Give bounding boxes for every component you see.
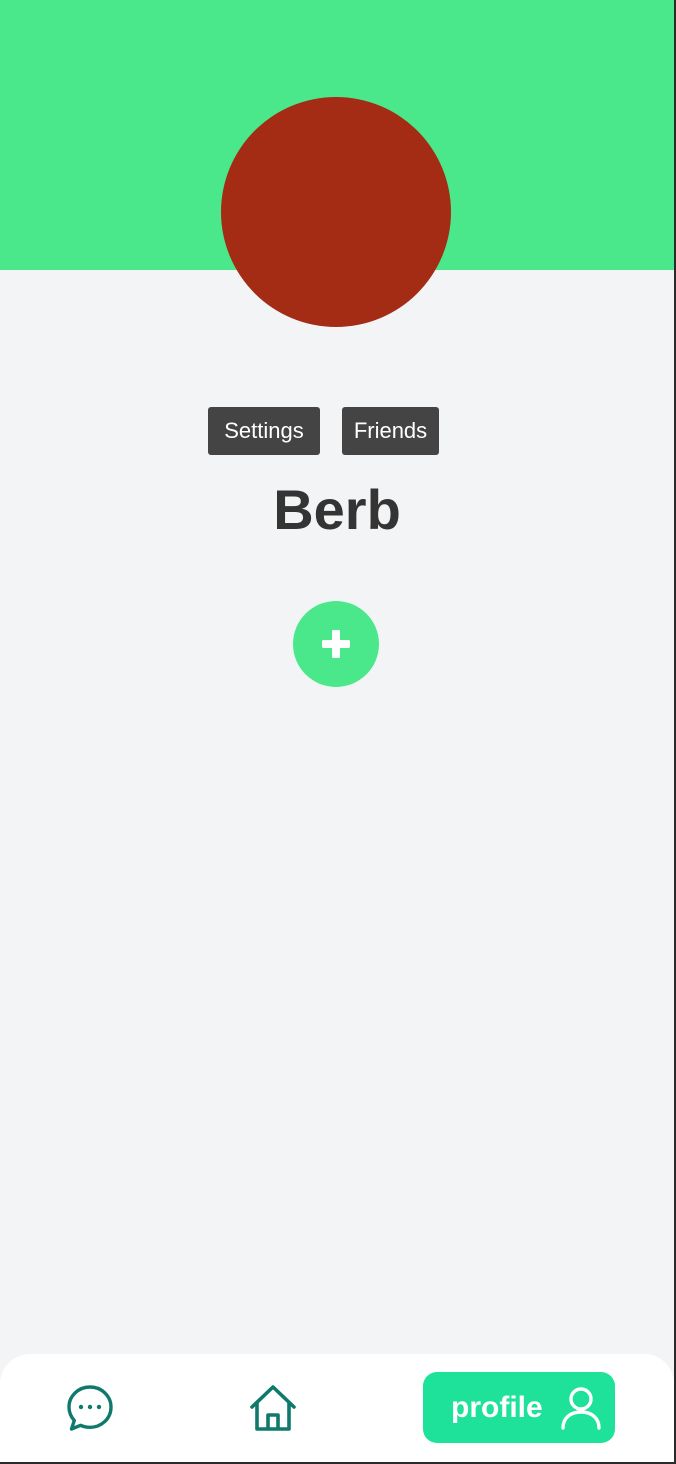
- nav-profile[interactable]: profile: [423, 1372, 615, 1443]
- nav-home[interactable]: [248, 1384, 298, 1432]
- nav-profile-label: profile: [451, 1391, 543, 1424]
- profile-screen: Settings Friends Berb profile: [0, 0, 674, 1462]
- username: Berb: [273, 478, 401, 541]
- home-icon: [250, 1385, 296, 1431]
- avatar[interactable]: [221, 97, 451, 327]
- plus-icon: [322, 630, 350, 658]
- profile-actions: Settings Friends: [0, 407, 674, 455]
- friends-button[interactable]: Friends: [342, 407, 439, 455]
- chat-bubble-icon: [67, 1385, 113, 1431]
- bottom-nav: profile: [0, 1354, 674, 1462]
- add-button[interactable]: [293, 601, 379, 687]
- user-icon: [561, 1387, 601, 1430]
- nav-chat[interactable]: [66, 1384, 114, 1432]
- settings-button[interactable]: Settings: [208, 407, 320, 455]
